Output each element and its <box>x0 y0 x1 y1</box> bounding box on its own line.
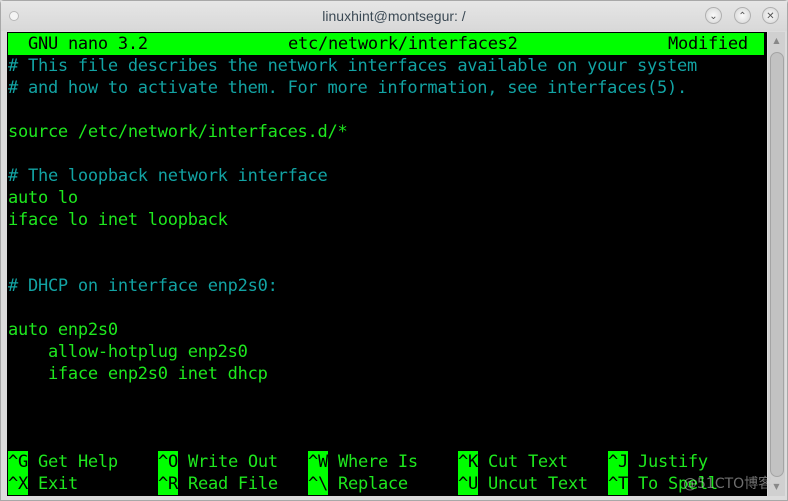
shortcut-label: Uncut Text <box>488 474 588 494</box>
nano-header-bar: GNU nano 3.2 etc/network/interfaces2 Mod… <box>8 33 764 55</box>
shortcut-key: ^J <box>608 451 628 473</box>
shortcut-key: ^G <box>8 451 28 473</box>
comment-line: # This file describes the network interf… <box>8 56 697 76</box>
minimize-button[interactable]: ⌄ <box>705 7 722 24</box>
window-title: linuxhint@montsegur: / <box>322 8 466 24</box>
shortcut-justify[interactable]: ^J Justify <box>608 451 708 473</box>
shortcut-key: ^O <box>158 451 178 473</box>
scroll-up-icon[interactable]: ▲ <box>768 34 785 48</box>
comment-line: # DHCP on interface enp2s0: <box>8 276 278 296</box>
shortcut-key: ^\ <box>308 473 328 495</box>
code-line: auto enp2s0 <box>8 320 118 340</box>
code-line: iface lo inet loopback <box>8 210 228 230</box>
shortcut-label: Justify <box>638 452 708 472</box>
shortcut-label: Exit <box>38 474 78 494</box>
watermark: @51CTO博客 <box>683 476 773 492</box>
shortcut-label: Write Out <box>188 452 278 472</box>
shortcut-replace[interactable]: ^\ Replace <box>308 473 408 495</box>
scroll-thumb[interactable] <box>770 52 784 477</box>
shortcut-key: ^U <box>458 473 478 495</box>
shortcut-key: ^X <box>8 473 28 495</box>
maximize-button[interactable]: ⌃ <box>734 7 751 24</box>
shortcut-get-help[interactable]: ^G Get Help <box>8 451 118 473</box>
shortcut-read-file[interactable]: ^R Read File <box>158 473 278 495</box>
shortcut-key: ^T <box>608 473 628 495</box>
code-line: iface enp2s0 inet dhcp <box>8 364 268 384</box>
terminal-area[interactable]: GNU nano 3.2 etc/network/interfaces2 Mod… <box>7 32 767 496</box>
shortcut-label: Read File <box>188 474 278 494</box>
shortcut-where-is[interactable]: ^W Where Is <box>308 451 418 473</box>
code-line: allow-hotplug enp2s0 <box>8 342 248 362</box>
shortcut-uncut-text[interactable]: ^U Uncut Text <box>458 473 588 495</box>
nano-version: GNU nano 3.2 <box>28 34 148 54</box>
code-line: auto lo <box>8 188 78 208</box>
modified-status: Modified <box>668 34 748 54</box>
close-button[interactable]: ✕ <box>762 7 779 24</box>
shortcut-write-out[interactable]: ^O Write Out <box>158 451 278 473</box>
shortcut-label: Where Is <box>338 452 418 472</box>
vertical-scrollbar[interactable]: ▲ ▼ <box>768 32 785 496</box>
comment-line: # The loopback network interface <box>8 166 328 186</box>
shortcut-label: Cut Text <box>488 452 568 472</box>
comment-line: # and how to activate them. For more inf… <box>8 78 687 98</box>
shortcut-cut-text[interactable]: ^K Cut Text <box>458 451 568 473</box>
shortcut-label: Get Help <box>38 452 118 472</box>
shortcut-label: Replace <box>338 474 408 494</box>
shortcut-exit[interactable]: ^X Exit <box>8 473 78 495</box>
shortcut-key: ^K <box>458 451 478 473</box>
file-name: etc/network/interfaces2 <box>288 34 518 54</box>
shortcut-key: ^W <box>308 451 328 473</box>
shortcut-key: ^R <box>158 473 178 495</box>
code-line: source /etc/network/interfaces.d/* <box>8 122 348 142</box>
terminal-window: linuxhint@montsegur: / ⌄ ⌃ ✕ GNU nano 3.… <box>0 0 788 501</box>
title-bar[interactable]: linuxhint@montsegur: / ⌄ ⌃ ✕ <box>1 1 787 31</box>
